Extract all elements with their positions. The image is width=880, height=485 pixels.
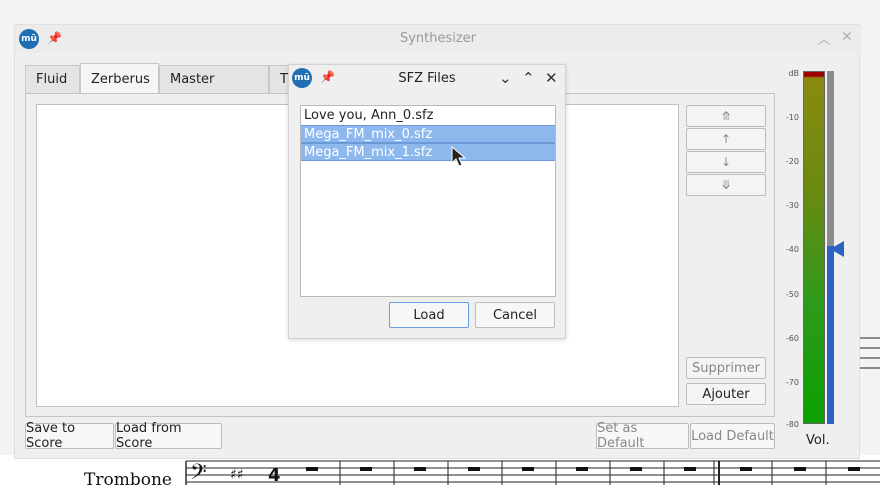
load-from-score-button[interactable]: Load from Score: [115, 421, 222, 451]
move-bottom-button[interactable]: ⤋: [686, 174, 766, 196]
volume-fill: [827, 246, 834, 424]
dialog-title: SFZ Files: [398, 71, 456, 86]
move-down-button[interactable]: ↓: [686, 151, 766, 173]
synthesizer-titlebar[interactable]: mū 📌 Synthesizer ︿ ✕: [15, 25, 861, 53]
load-button[interactable]: Load: [389, 302, 469, 328]
svg-text:𝄢: 𝄢: [190, 460, 207, 485]
svg-text:♯♯: ♯♯: [230, 467, 244, 483]
mouse-cursor-icon: [451, 146, 467, 167]
load-default-button[interactable]: Load Default: [690, 423, 775, 449]
meter-tick: -50: [785, 290, 799, 299]
tab-fluid[interactable]: Fluid: [25, 65, 80, 93]
meter-tick: dB: [788, 69, 799, 78]
meter-tick: -70: [785, 378, 799, 387]
chevron-down-icon[interactable]: ⌄: [499, 69, 512, 87]
list-item[interactable]: Love you, Ann_0.sfz: [301, 107, 555, 125]
list-item[interactable]: Mega_FM_mix_0.sfz: [301, 125, 555, 143]
level-meter: [803, 71, 825, 424]
save-to-score-button[interactable]: Save to Score: [25, 421, 114, 451]
chevron-up-icon[interactable]: ︿: [817, 29, 831, 49]
list-item[interactable]: Mega_FM_mix_1.sfz: [301, 143, 555, 161]
instrument-name: Trombone: [84, 470, 172, 485]
close-icon[interactable]: ✕: [841, 29, 853, 45]
chevron-up-icon[interactable]: ⌃: [522, 69, 535, 87]
cancel-button[interactable]: Cancel: [475, 302, 555, 328]
tab-master-effects[interactable]: Master Effects: [159, 65, 269, 114]
volume-label: Vol.: [806, 433, 830, 448]
sfz-files-dialog: mū 📌 SFZ Files ⌄ ⌃ ✕ Love you, Ann_0.sfz…: [288, 64, 566, 339]
meter-tick: -30: [785, 201, 799, 210]
window-title: Synthesizer: [399, 31, 477, 46]
meter-tick: -40: [785, 245, 799, 254]
svg-text:4: 4: [268, 465, 281, 485]
move-up-button[interactable]: ↑: [686, 128, 766, 150]
tab-zerberus[interactable]: Zerberus: [80, 63, 159, 93]
meter-tick: -10: [785, 113, 799, 122]
meter-tick: -80: [785, 420, 799, 429]
meter-tick: -60: [785, 334, 799, 343]
musescore-logo-icon: mū: [292, 68, 312, 88]
add-button[interactable]: Ajouter: [686, 383, 766, 405]
move-top-button[interactable]: ⤊: [686, 105, 766, 127]
sfz-file-list[interactable]: Love you, Ann_0.sfz Mega_FM_mix_0.sfz Me…: [300, 105, 556, 297]
partial-staff: [860, 337, 880, 369]
close-icon[interactable]: ✕: [545, 69, 558, 87]
set-as-default-button[interactable]: Set as Default: [596, 421, 689, 451]
remove-button[interactable]: Supprimer: [686, 357, 766, 379]
volume-slider-handle[interactable]: [830, 241, 844, 257]
meter-tick: -20: [785, 157, 799, 166]
